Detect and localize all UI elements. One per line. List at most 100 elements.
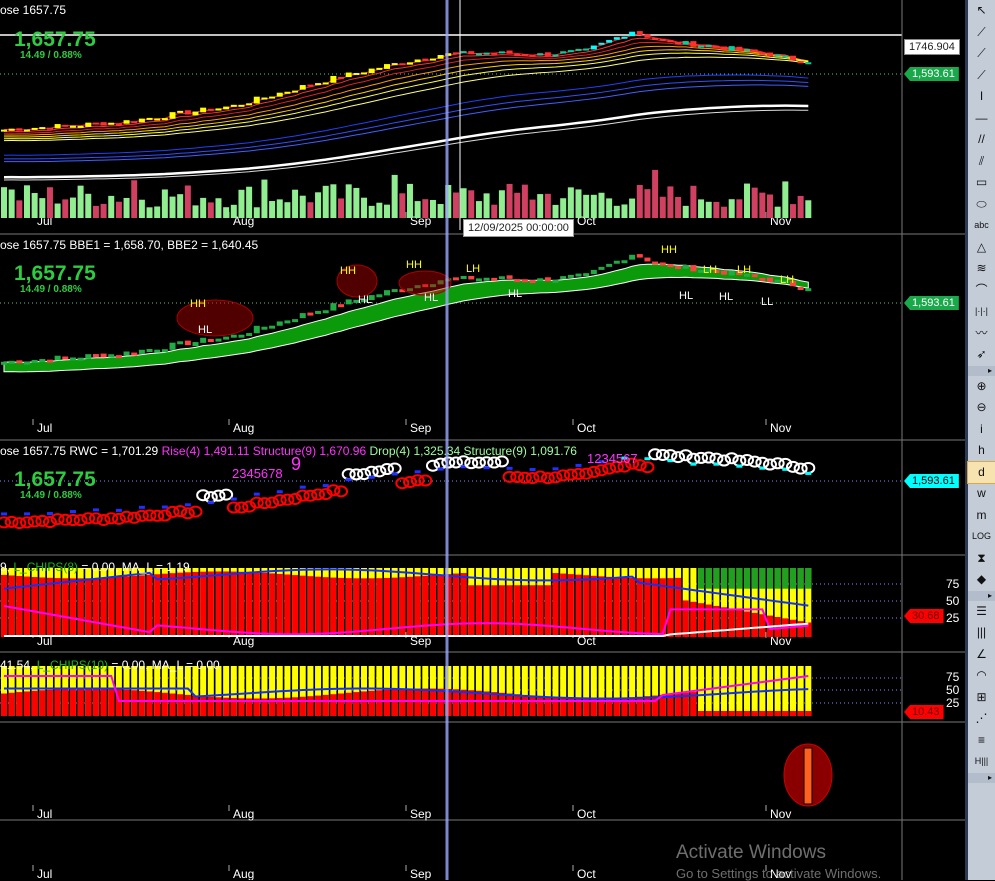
volume-bar	[452, 192, 459, 218]
volume-bar	[590, 194, 597, 218]
volume-bar	[223, 207, 230, 218]
grid-icon[interactable]: ⊞	[968, 687, 995, 709]
time-zones-icon[interactable]: H|||	[968, 751, 995, 773]
price-candle	[223, 106, 230, 110]
volume-bar	[169, 196, 176, 218]
volume-bar	[292, 189, 299, 218]
bbe-candle	[299, 313, 306, 319]
chips8-green-bar	[721, 568, 728, 589]
fan-icon[interactable]: ∠	[968, 644, 995, 666]
wave-icon[interactable]: 〰	[968, 323, 995, 345]
chips10-red-bar	[636, 696, 643, 716]
chips10-red-bar	[138, 690, 145, 716]
volume-bar	[774, 206, 781, 218]
ellipse-icon[interactable]: ⬭	[968, 194, 995, 216]
vertical-line-icon[interactable]: I	[968, 86, 995, 108]
parallel-lines-icon[interactable]: //	[968, 129, 995, 151]
chips8-red-bar	[146, 574, 153, 637]
bbe-candle	[276, 321, 283, 326]
price-candle	[161, 118, 168, 121]
chips10-red-bar	[514, 694, 521, 716]
chips8-green-bar	[797, 568, 804, 589]
panel4-header: 9, L_CHIPS(8) = 0.00, MA_L = 1.19	[0, 560, 190, 574]
interval-d-icon[interactable]: d	[967, 460, 995, 484]
chips10-red-bar	[767, 711, 773, 716]
interval-i-icon[interactable]: i	[968, 419, 995, 441]
chips8-red-bar	[789, 619, 796, 637]
vlines-icon[interactable]: |||	[968, 622, 995, 644]
horizontal-line-icon[interactable]: —	[968, 108, 995, 130]
text-icon[interactable]: abc	[968, 215, 995, 237]
price-candle	[606, 40, 613, 43]
volume-bar	[759, 192, 766, 218]
bbe-candle	[261, 326, 268, 330]
rectangle-icon[interactable]: ▭	[968, 172, 995, 194]
fib-ext-icon[interactable]: ≡	[968, 730, 995, 752]
gann-fan-icon[interactable]: ⋰	[968, 708, 995, 730]
collapse-icon[interactable]: ⧗	[968, 548, 995, 570]
select-cursor-icon[interactable]: ↖	[968, 0, 995, 22]
chips10-yellow-bar	[805, 666, 812, 716]
expand-icon[interactable]: ◆	[968, 569, 995, 591]
triangle-icon[interactable]: △	[968, 237, 995, 259]
rwc-bar	[391, 472, 398, 476]
arrow-icon[interactable]: ➶	[968, 344, 995, 366]
bbe-candle	[100, 353, 107, 358]
volume-bar	[744, 183, 751, 218]
price-candle	[736, 46, 743, 51]
trendline-icon[interactable]: ⟋	[968, 22, 995, 44]
more-icon[interactable]: ▸	[968, 772, 995, 783]
panel1-price-label: 1,593.61	[904, 67, 959, 81]
chips10-red-bar	[39, 690, 46, 716]
price-candle	[774, 54, 781, 57]
month-label-sep: Sep	[410, 867, 432, 880]
zoom-in-icon[interactable]: ⊕	[968, 376, 995, 398]
bbe-candle	[62, 356, 69, 360]
interval-w-icon[interactable]: w	[968, 483, 995, 505]
volume-bar	[675, 196, 682, 218]
price-candle	[705, 44, 712, 47]
chart-canvas[interactable]: Jul Aug Sep Oct Nov Jul Aug Sep Oct Nov Jul Aug Sep O…	[0, 0, 965, 880]
arcs-icon[interactable]: ◠	[968, 665, 995, 687]
rwc-bar	[690, 462, 697, 466]
panel3-price-label: 1,593.61	[904, 474, 959, 488]
chips10-red-bar	[429, 688, 436, 716]
fibonacci-icon[interactable]: ≋	[968, 258, 995, 280]
bbe-candle	[797, 286, 804, 290]
panel4-value-label: 30.68	[904, 609, 944, 623]
rwc-bar	[483, 466, 490, 470]
rwc-bar	[92, 508, 99, 512]
cycle-lines-icon[interactable]: |·|·|	[968, 301, 995, 323]
ray-line-icon[interactable]: ⟋	[968, 43, 995, 65]
bbe-candle	[590, 269, 597, 275]
bbe-candle	[521, 279, 528, 283]
more-icon[interactable]: ▸	[968, 365, 995, 376]
chips10-red-bar	[797, 711, 804, 716]
interval-m-icon[interactable]: m	[968, 505, 995, 527]
chips8-red-bar	[621, 577, 628, 637]
more-icon[interactable]: ▸	[968, 590, 995, 601]
chips8-green-bar	[698, 568, 705, 589]
bbe-candle	[39, 359, 46, 363]
bbe-candle	[552, 279, 559, 283]
hlines-icon[interactable]: ☰	[968, 601, 995, 623]
price-candle	[759, 52, 766, 55]
arc-icon[interactable]: ⌒	[968, 280, 995, 302]
extended-line-icon[interactable]: ⟋	[968, 65, 995, 87]
log-scale-icon[interactable]: LOG	[968, 526, 995, 548]
price-candle	[698, 45, 705, 48]
zoom-out-icon[interactable]: ⊖	[968, 397, 995, 419]
bbe-candle	[146, 348, 153, 352]
price-candle	[744, 49, 751, 52]
structure-label-hl: HL	[358, 294, 372, 306]
pitchfork-icon[interactable]: ⫽	[968, 151, 995, 173]
chips10-red-bar	[31, 690, 38, 716]
chips8-green-bar	[805, 568, 812, 589]
chips10-red-bar	[698, 711, 705, 716]
price-candle	[376, 67, 383, 70]
bbe-candle	[805, 288, 812, 292]
structure-label-hl: HL	[679, 290, 693, 302]
volume-bar	[322, 185, 329, 218]
price-candle	[414, 59, 421, 63]
interval-h-icon[interactable]: h	[968, 440, 995, 462]
